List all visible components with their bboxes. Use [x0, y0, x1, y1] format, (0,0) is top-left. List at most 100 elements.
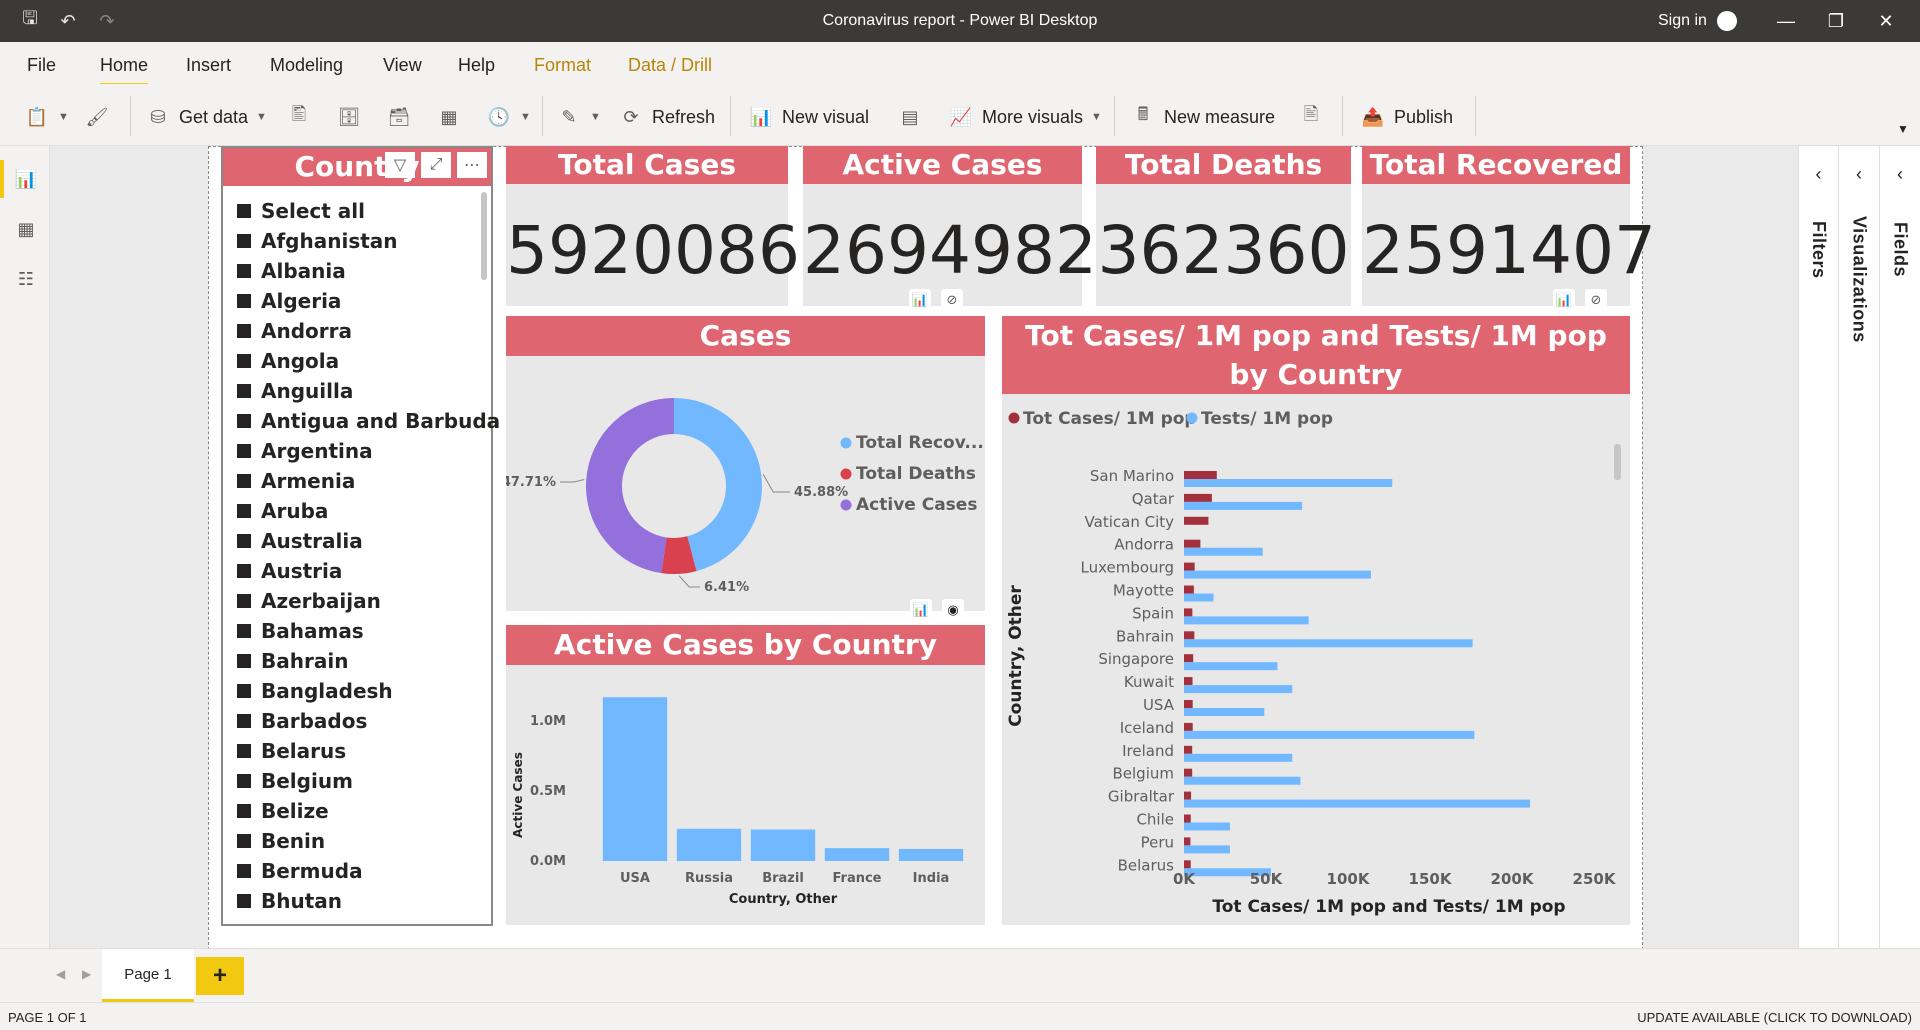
undo-icon[interactable]: ↶	[56, 10, 80, 32]
restore-icon[interactable]: ❐	[1818, 8, 1854, 34]
bar[interactable]	[1184, 570, 1371, 579]
slicer-item[interactable]: Antigua and Barbuda	[237, 406, 500, 436]
collapse-visualizations-icon[interactable]: ‹	[1839, 164, 1879, 185]
slicer-item[interactable]: Belarus	[237, 736, 473, 766]
slicer-item[interactable]: Bhutan	[237, 886, 473, 916]
slicer-scrollbar[interactable]	[481, 192, 487, 280]
checkbox[interactable]	[237, 264, 251, 278]
fields-pane[interactable]: ‹ Fields	[1879, 146, 1920, 948]
paste-button[interactable]: 📋 ▼	[24, 102, 69, 132]
tab-insert[interactable]: Insert	[186, 55, 231, 76]
bar[interactable]	[1184, 616, 1309, 625]
enter-data-button[interactable]: ▦	[436, 102, 462, 132]
slicer-item[interactable]: Australia	[237, 526, 473, 556]
bar[interactable]	[1184, 845, 1230, 854]
bar[interactable]	[1184, 814, 1191, 823]
checkbox[interactable]	[237, 204, 251, 218]
collapse-fields-icon[interactable]: ‹	[1880, 164, 1920, 185]
tab-format[interactable]: Format	[534, 55, 591, 76]
slicer-item[interactable]: Algeria	[237, 286, 473, 316]
slicer-item[interactable]: Argentina	[237, 436, 473, 466]
slicer-item[interactable]: Andorra	[237, 316, 473, 346]
more-options-icon[interactable]: ⋯	[457, 152, 487, 178]
tab-help[interactable]: Help	[458, 55, 495, 76]
bar[interactable]	[1184, 799, 1531, 808]
bar[interactable]	[1184, 516, 1209, 525]
checkbox[interactable]	[237, 774, 251, 788]
slicer-item[interactable]: Bahrain	[237, 646, 473, 676]
checkbox[interactable]	[237, 474, 251, 488]
card-total-deaths[interactable]: Total Deaths 362360	[1096, 146, 1351, 306]
bar[interactable]	[1184, 471, 1217, 479]
prev-page-icon[interactable]: ◀	[56, 967, 65, 981]
collapse-filters-icon[interactable]: ‹	[1799, 164, 1838, 185]
format-painter-button[interactable]: 🖌	[84, 102, 110, 132]
bar[interactable]	[1184, 776, 1301, 785]
bar[interactable]	[1184, 860, 1191, 869]
slicer-item[interactable]: Barbados	[237, 706, 473, 736]
checkbox[interactable]	[237, 744, 251, 758]
bar[interactable]	[1184, 753, 1293, 762]
bar[interactable]	[1184, 639, 1473, 648]
checkbox[interactable]	[237, 504, 251, 518]
minimize-icon[interactable]: —	[1768, 8, 1804, 34]
publish-button[interactable]: 📤 Publish	[1360, 102, 1453, 132]
donut-slice[interactable]	[586, 398, 674, 574]
checkbox[interactable]	[237, 384, 251, 398]
bar[interactable]	[1184, 539, 1201, 548]
checkbox[interactable]	[237, 294, 251, 308]
bar[interactable]	[1184, 654, 1194, 663]
checkbox[interactable]	[237, 684, 251, 698]
bar[interactable]	[1184, 677, 1193, 686]
data-view-icon[interactable]: ▦	[13, 216, 39, 242]
slicer-item[interactable]: Belgium	[237, 766, 473, 796]
card-total-cases[interactable]: Total Cases 5920086	[506, 146, 800, 306]
checkbox[interactable]	[237, 654, 251, 668]
sign-in-link[interactable]: Sign in	[1658, 12, 1707, 30]
bar[interactable]	[750, 829, 816, 862]
tab-data-drill[interactable]: Data / Drill	[628, 55, 712, 76]
bar[interactable]	[1184, 562, 1195, 571]
bar[interactable]	[1184, 685, 1293, 694]
checkbox[interactable]	[237, 834, 251, 848]
checkbox[interactable]	[237, 804, 251, 818]
filters-pane[interactable]: ‹ Filters	[1798, 146, 1838, 948]
tab-modeling[interactable]: Modeling	[270, 55, 343, 76]
bar[interactable]	[1184, 501, 1303, 510]
new-measure-button[interactable]: 🖩 New measure	[1130, 102, 1275, 132]
tests-per-million-visual[interactable]: Tot Cases/ 1M pop and Tests/ 1M pop by C…	[1002, 316, 1630, 925]
chart-scrollbar[interactable]	[1614, 444, 1621, 480]
checkbox[interactable]	[237, 714, 251, 728]
checkbox[interactable]	[237, 624, 251, 638]
analytics-icon[interactable]: 📊	[910, 599, 932, 621]
collapse-ribbon-icon[interactable]: ▼	[1897, 122, 1909, 136]
bar[interactable]	[1184, 608, 1193, 617]
bar[interactable]	[1184, 745, 1193, 754]
analytics-icon[interactable]: 📊	[909, 289, 931, 311]
slicer-item[interactable]: Belize	[237, 796, 473, 826]
slicer-item[interactable]: Bahamas	[237, 616, 473, 646]
new-visual-button[interactable]: 📊 New visual	[748, 102, 869, 132]
checkbox[interactable]	[237, 234, 251, 248]
disable-icon[interactable]: ⊘	[1585, 289, 1607, 311]
refresh-button[interactable]: ⟳ Refresh	[618, 102, 715, 132]
excel-button[interactable]: 🖺	[286, 102, 312, 132]
card-total-recovered[interactable]: Total Recovered 2591407 📊 ⊘	[1362, 146, 1656, 311]
bar[interactable]	[1184, 722, 1193, 731]
slicer-item[interactable]: Armenia	[237, 466, 473, 496]
bar[interactable]	[1184, 791, 1192, 800]
slicer-item[interactable]: Azerbaijan	[237, 586, 473, 616]
disable-icon[interactable]: ◉	[942, 599, 964, 621]
bar[interactable]	[1184, 708, 1265, 716]
bar[interactable]	[1184, 479, 1393, 487]
checkbox[interactable]	[237, 354, 251, 368]
update-available-link[interactable]: UPDATE AVAILABLE (CLICK TO DOWNLOAD)	[1637, 1010, 1912, 1025]
bar[interactable]	[1184, 700, 1193, 708]
bar[interactable]	[1184, 662, 1278, 671]
sql-button[interactable]: 🗃	[386, 102, 412, 132]
more-visuals-button[interactable]: 📈 More visuals ▼	[948, 102, 1102, 132]
bar[interactable]	[898, 848, 964, 861]
page-tab[interactable]: Page 1	[102, 949, 194, 1002]
filter-icon[interactable]: ▽	[385, 152, 415, 178]
save-icon[interactable]: 🖫	[18, 8, 42, 32]
